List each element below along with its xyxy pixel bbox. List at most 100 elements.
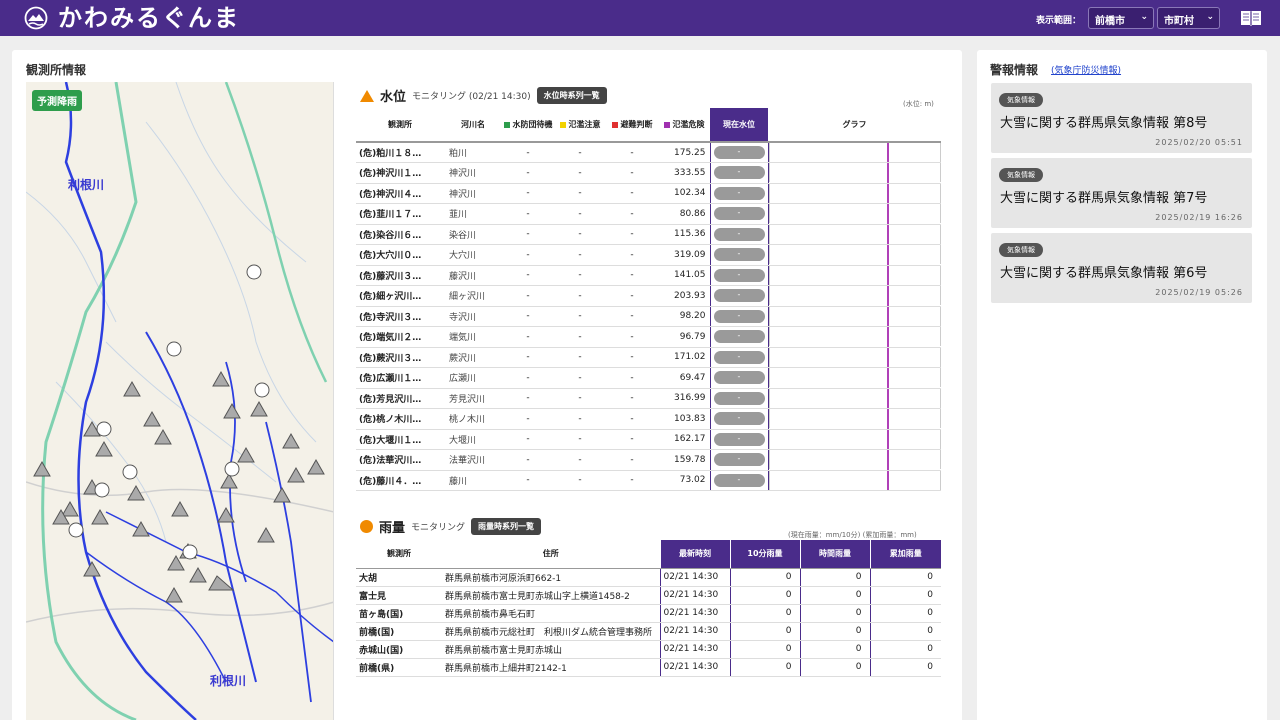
water-level-row[interactable]: (危)大堰川１… 大堰川 - - -162.17- bbox=[356, 429, 941, 450]
water-level-row[interactable]: (危)芳見沢川… 芳見沢川 - - -316.99- bbox=[356, 388, 941, 409]
municipality-select[interactable]: 市町村 ⌄ bbox=[1157, 7, 1220, 29]
level-graph bbox=[768, 347, 941, 367]
danger-level-line bbox=[886, 429, 889, 449]
level4-value: 333.55 bbox=[658, 162, 710, 184]
water-level-row[interactable]: (危)粕川１８… 粕川 - - -175.25- bbox=[356, 142, 941, 163]
water-level-row[interactable]: (危)藤川４．… 藤川 - - -73.02- bbox=[356, 470, 941, 491]
danger-level-line bbox=[886, 245, 889, 265]
level4-value: 316.99 bbox=[658, 388, 710, 409]
city-select-value: 前橋市 bbox=[1095, 16, 1125, 27]
rainfall-row[interactable]: 赤城山(国) 群馬県前橋市富士見町赤城山 02/21 14:30 0 0 0 bbox=[356, 640, 941, 659]
rain-station-name[interactable]: 前橋(国) bbox=[356, 622, 442, 641]
rain-station-name[interactable]: 苗ヶ島(国) bbox=[356, 604, 442, 623]
city-select[interactable]: 前橋市 ⌄ bbox=[1088, 7, 1154, 29]
level2-value: - bbox=[554, 326, 606, 348]
water-level-row[interactable]: (危)大穴川０… 大穴川 - - -319.09- bbox=[356, 244, 941, 266]
rainfall-title: 雨量 bbox=[379, 521, 406, 536]
river-name: 韮川 bbox=[444, 203, 502, 225]
water-level-row[interactable]: (危)韮川１７… 韮川 - - -80.86- bbox=[356, 203, 941, 225]
station-name[interactable]: (危)韮川１７… bbox=[356, 203, 444, 225]
river-name: 藤沢川 bbox=[444, 265, 502, 286]
level-graph bbox=[768, 388, 941, 408]
rainfall-row[interactable]: 富士見 群馬県前橋市富士見町赤城山字上横道1458-2 02/21 14:30 0 0 0 bbox=[356, 586, 941, 605]
col-rain-station: 観測所 bbox=[356, 540, 442, 569]
station-name[interactable]: (危)大穴川０… bbox=[356, 244, 444, 266]
water-level-list-button[interactable]: 水位時系列一覧 bbox=[536, 87, 607, 104]
alert-title: 大雪に関する群馬県気象情報 第7号 bbox=[1000, 191, 1208, 206]
water-level-row[interactable]: (危)染谷川６… 染谷川 - - -115.36- bbox=[356, 224, 941, 245]
water-level-row[interactable]: (危)法華沢川… 法華沢川 - - -159.78- bbox=[356, 449, 941, 471]
station-name[interactable]: (危)細ヶ沢川… bbox=[356, 285, 444, 307]
station-name[interactable]: (危)端気川２… bbox=[356, 326, 444, 348]
water-level-row[interactable]: (危)端気川２… 端気川 - - -96.79- bbox=[356, 326, 941, 348]
alert-panel-title: 警報情報 bbox=[990, 63, 1039, 77]
water-level-row[interactable]: (危)蕨沢川３… 蕨沢川 - - -171.02- bbox=[356, 347, 941, 368]
alert-card[interactable]: 気象情報 大雪に関する群馬県気象情報 第6号 2025/02/19 05:26 bbox=[991, 233, 1252, 303]
rain-station-name[interactable]: 赤城山(国) bbox=[356, 640, 442, 659]
station-name[interactable]: (危)粕川１８… bbox=[356, 142, 444, 163]
danger-level-line bbox=[886, 327, 889, 347]
station-name[interactable]: (危)藤川４．… bbox=[356, 470, 444, 491]
water-level-row[interactable]: (危)細ヶ沢川… 細ヶ沢川 - - -203.93- bbox=[356, 285, 941, 307]
current-level: - bbox=[709, 429, 769, 450]
rain-cumulative: 0 bbox=[869, 604, 941, 623]
water-level-row[interactable]: (危)広瀬川１… 広瀬川 - - -69.47- bbox=[356, 367, 941, 389]
station-name[interactable]: (危)大堰川１… bbox=[356, 429, 444, 450]
level2-value: - bbox=[554, 470, 606, 491]
water-level-row[interactable]: (危)藤沢川３… 藤沢川 - - -141.05- bbox=[356, 265, 941, 286]
alert-card[interactable]: 気象情報 大雪に関する群馬県気象情報 第7号 2025/02/19 16:26 bbox=[991, 158, 1252, 228]
station-name[interactable]: (危)藤沢川３… bbox=[356, 265, 444, 286]
chevron-down-icon: ⌄ bbox=[1206, 12, 1214, 22]
water-level-row[interactable]: (危)寺沢川３… 寺沢川 - - -98.20- bbox=[356, 306, 941, 327]
danger-level-line bbox=[886, 143, 889, 162]
predict-rain-button[interactable]: 予測降雨 bbox=[32, 90, 82, 111]
rain-10min: 0 bbox=[729, 658, 800, 677]
water-level-row[interactable]: (危)神沢川１… 神沢川 - - -333.55- bbox=[356, 162, 941, 184]
level4-value: 175.25 bbox=[658, 142, 710, 163]
station-name[interactable]: (危)広瀬川１… bbox=[356, 367, 444, 389]
level4-value: 203.93 bbox=[658, 285, 710, 307]
alert-card[interactable]: 気象情報 大雪に関する群馬県気象情報 第8号 2025/02/20 05:51 bbox=[991, 83, 1252, 153]
level3-value: - bbox=[606, 265, 658, 286]
level3-value: - bbox=[606, 244, 658, 266]
app-title[interactable]: かわみるぐんま bbox=[58, 3, 240, 33]
graph-cell bbox=[768, 265, 941, 286]
rainfall-list-button[interactable]: 雨量時系列一覧 bbox=[471, 518, 542, 535]
manual-book-icon[interactable] bbox=[1240, 9, 1262, 27]
station-name[interactable]: (危)神沢川４… bbox=[356, 183, 444, 204]
current-level: - bbox=[709, 388, 769, 409]
station-name[interactable]: (危)蕨沢川３… bbox=[356, 347, 444, 368]
rain-time: 02/21 14:30 bbox=[659, 586, 730, 605]
station-name[interactable]: (危)染谷川６… bbox=[356, 224, 444, 245]
level3-value: - bbox=[606, 408, 658, 430]
level4-value: 115.36 bbox=[658, 224, 710, 245]
rain-station-name[interactable]: 前橋(県) bbox=[356, 658, 442, 677]
rainfall-row[interactable]: 苗ヶ島(国) 群馬県前橋市鼻毛石町 02/21 14:30 0 0 0 bbox=[356, 604, 941, 623]
level-graph bbox=[768, 286, 941, 306]
rainfall-row[interactable]: 大胡 群馬県前橋市河原浜町662-1 02/21 14:30 0 0 0 bbox=[356, 568, 941, 587]
danger-level-line bbox=[886, 265, 889, 285]
water-level-row[interactable]: (危)桃ノ木川… 桃ノ木川 - - -103.83- bbox=[356, 408, 941, 430]
water-level-table: 観測所 河川名 水防団待機 氾濫注意 避難判断 氾濫危険 現在水位 グラフ (危… bbox=[356, 108, 941, 491]
col-station: 観測所 bbox=[356, 108, 444, 143]
station-name[interactable]: (危)法華沢川… bbox=[356, 449, 444, 471]
danger-level-line bbox=[886, 470, 889, 490]
station-name[interactable]: (危)寺沢川３… bbox=[356, 306, 444, 327]
rainfall-row[interactable]: 前橋(県) 群馬県前橋市上細井町2142-1 02/21 14:30 0 0 0 bbox=[356, 658, 941, 677]
station-map[interactable]: 予測降雨 利根川 利根川 bbox=[26, 82, 334, 720]
level1-value: - bbox=[502, 470, 554, 491]
level1-value: - bbox=[502, 326, 554, 348]
rainfall-row[interactable]: 前橋(国) 群馬県前橋市元総社町 利根川ダム統合管理事務所 02/21 14:30 0… bbox=[356, 622, 941, 641]
station-name[interactable]: (危)桃ノ木川… bbox=[356, 408, 444, 430]
station-name[interactable]: (危)神沢川１… bbox=[356, 162, 444, 184]
level-graph bbox=[768, 470, 941, 490]
rain-time: 02/21 14:30 bbox=[659, 568, 730, 587]
level2-value: - bbox=[554, 203, 606, 225]
level3-value: - bbox=[606, 142, 658, 163]
rain-station-name[interactable]: 富士見 bbox=[356, 586, 442, 605]
level-graph bbox=[768, 183, 941, 203]
rain-station-name[interactable]: 大胡 bbox=[356, 568, 442, 587]
jma-link[interactable]: (気象庁防災情報) bbox=[1051, 63, 1121, 76]
station-name[interactable]: (危)芳見沢川… bbox=[356, 388, 444, 409]
water-level-row[interactable]: (危)神沢川４… 神沢川 - - -102.34- bbox=[356, 183, 941, 204]
